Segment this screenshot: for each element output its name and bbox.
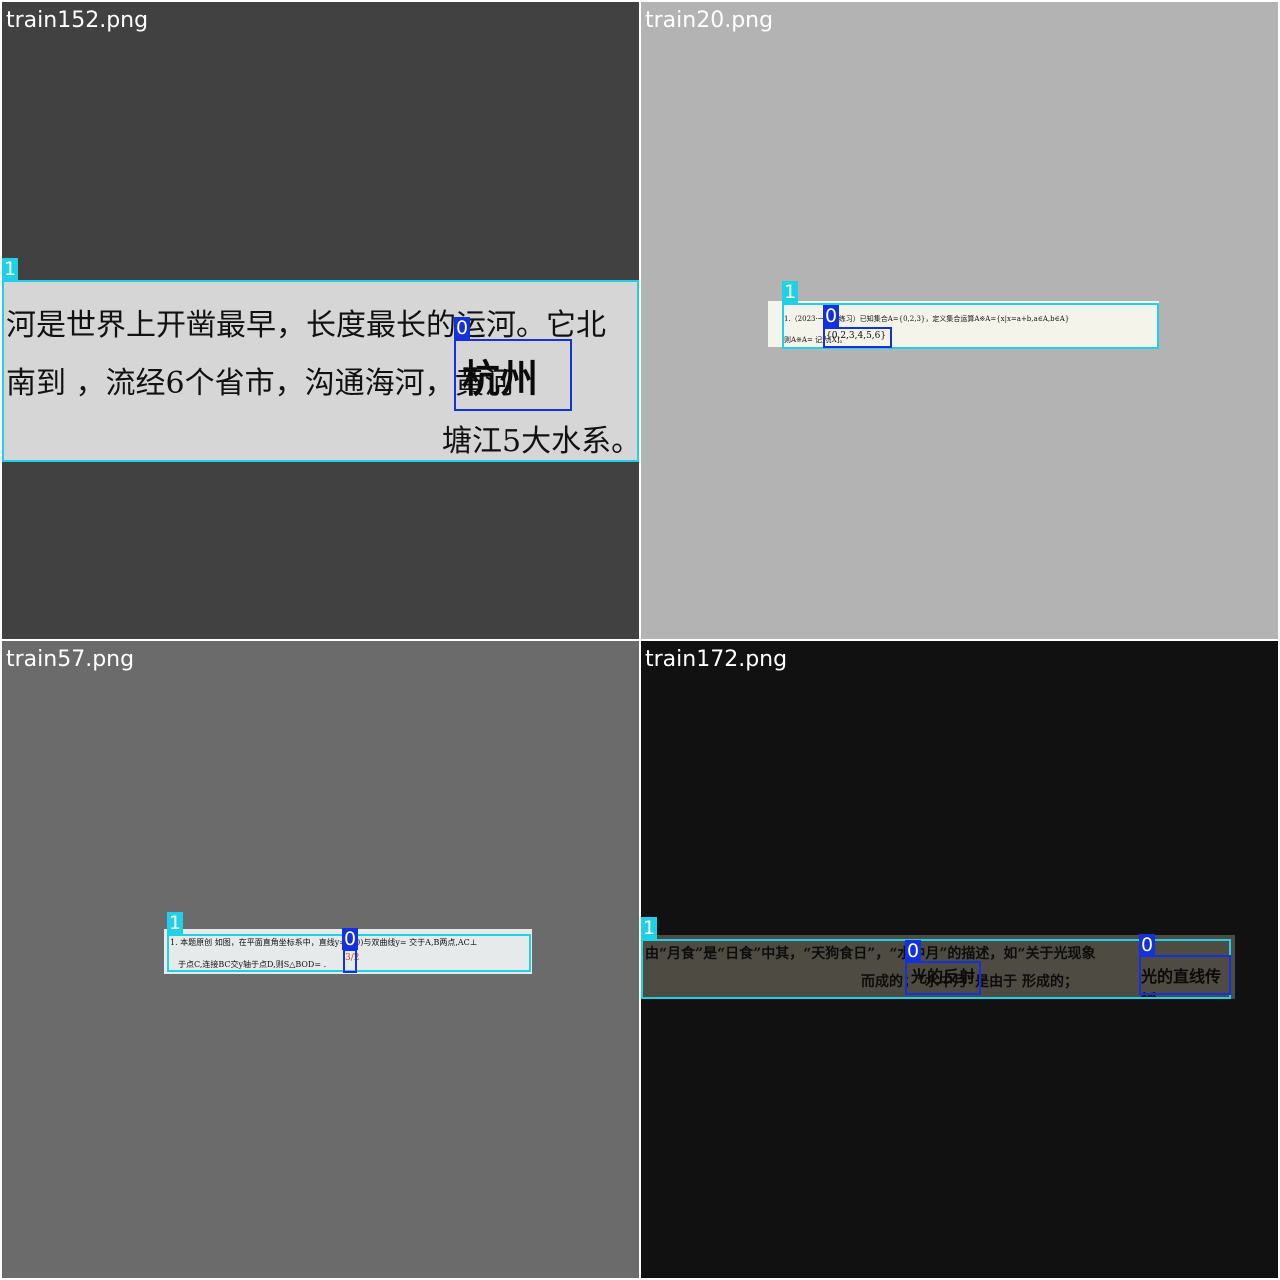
mosaic-tile-train20: 1.（2023·一课时练习）已知集合A={0,2,3}，定义集合运算A※A={x… [641,2,1278,639]
class-0-bounding-box [905,961,981,995]
mosaic-tile-train152: 河是世界上开凿最早，长度最长的运河。它北 南到 ，流经6个省市，沟通海河，黄河 … [2,2,639,639]
class-1-label: 1 [782,281,799,303]
class-0-label: 0 [823,305,840,327]
image-filename: train20.png [645,8,774,33]
class-0-bounding-box [1139,955,1231,995]
image-filename: train152.png [6,8,149,33]
class-1-label: 1 [2,258,19,280]
class-0-bounding-box [454,339,572,411]
image-filename: train172.png [645,647,788,672]
class-0-bounding-box [343,949,357,973]
class-1-label: 1 [167,912,184,934]
class-0-label: 0 [454,317,471,339]
mosaic-tile-train172: 由“月食”是“日食”中其，“天狗食日”，“水中月”的描述，如“关于光现象 而成的… [641,641,1278,1278]
class-0-label: 0 [1139,934,1156,956]
image-filename: train57.png [6,647,135,672]
mosaic-tile-train57: 1. 本题原创 如图，在平面直角坐标系中，直线y= ≠0)与双曲线y= 交于A,… [2,641,639,1278]
class-0-label: 0 [905,940,922,962]
class-0-bounding-box [823,327,892,348]
class-1-label: 1 [641,917,658,939]
class-0-label: 0 [342,928,359,950]
